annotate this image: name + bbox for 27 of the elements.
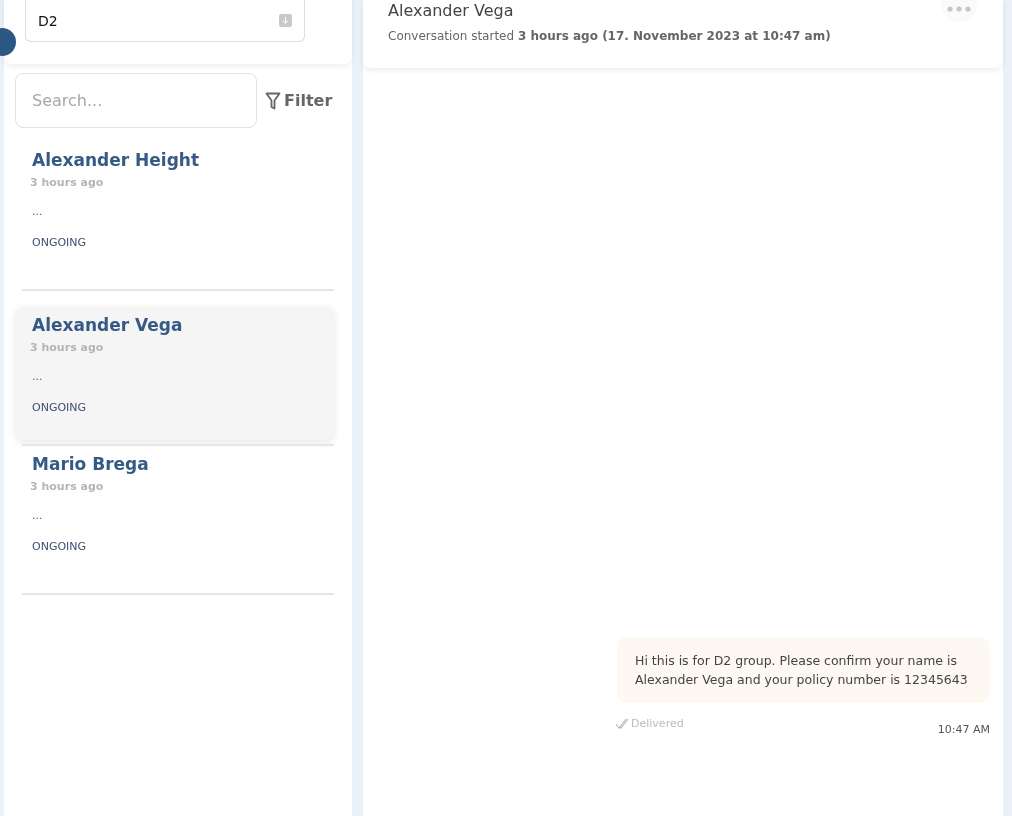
chat-subtitle: Conversation started 3 hours ago (17. November 2023 at 10:47 am) [388, 29, 832, 43]
status-label: ONGOING [32, 401, 88, 414]
message-preview: ... [32, 205, 44, 218]
time-ago: 3 hours ago [30, 341, 105, 354]
contact-name: Alexander Height [32, 150, 201, 170]
delivery-status: Delivered [631, 717, 684, 730]
message-preview: ... [32, 509, 44, 522]
status-label: ONGOING [32, 540, 88, 553]
dropdown-arrow-icon[interactable] [279, 14, 292, 27]
time-ago: 3 hours ago [30, 176, 105, 189]
filter-icon [265, 91, 281, 110]
message-bubble: Hi this is for D2 group. Please confirm your name is Alexander Vega and your policy number is 12345643 [617, 637, 990, 703]
conversation-item[interactable]: Mario Brega 3 hours ago ... ONGOING [16, 446, 334, 589]
group-select[interactable]: D2 [25, 0, 305, 42]
search-field[interactable]: Search... [15, 73, 257, 128]
status-label: ONGOING [32, 236, 88, 249]
contact-name: Mario Brega [32, 454, 150, 474]
message-time: 10:47 AM [937, 723, 990, 736]
time-ago: 3 hours ago [30, 480, 105, 493]
filter-button[interactable]: Filter [265, 91, 333, 110]
double-check-icon [615, 717, 629, 730]
contact-name: Alexander Vega [32, 315, 184, 335]
conversation-item[interactable]: Alexander Height 3 hours ago ... ONGOING [16, 142, 334, 285]
message-preview: ... [32, 370, 44, 383]
chat-title: Alexander Vega [388, 1, 514, 20]
conversation-item[interactable]: Alexander Vega 3 hours ago ... ONGOING [16, 307, 334, 440]
more-icon [947, 6, 971, 12]
